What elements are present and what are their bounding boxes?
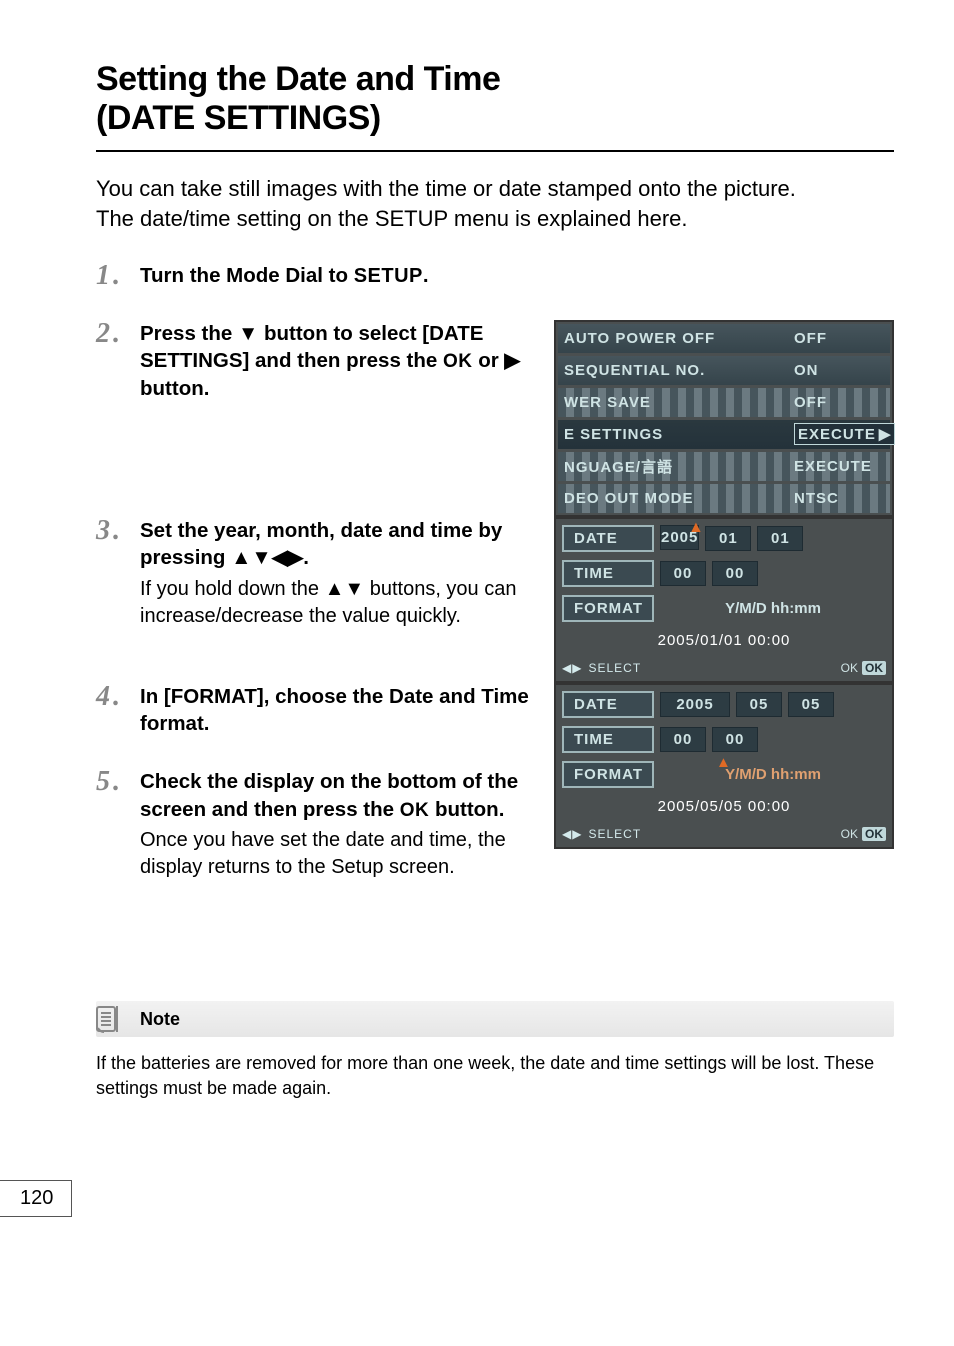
step-4-instruction: In [FORMAT], choose the Date and Time fo…: [140, 683, 538, 738]
step-3: 3. Set the year, month, date and time by…: [96, 517, 538, 630]
ok-chip: OK: [862, 661, 886, 675]
step-1: 1. Turn the Mode Dial to SETUP.: [96, 262, 894, 290]
intro-text-2: The date/time setting on the SETUP menu …: [96, 206, 688, 231]
step-4: 4. In [FORMAT], choose the Date and Time…: [96, 683, 538, 738]
step-2: 2. Press the ▼ button to select [DATE SE…: [96, 320, 538, 403]
step-3-sub: If you hold down the ▲▼ buttons, you can…: [140, 576, 538, 630]
time-row: TIME 00 00: [562, 560, 886, 587]
note-icon: [96, 1004, 130, 1034]
note-section: Note If the batteries are removed for mo…: [96, 1001, 894, 1100]
step-3-number: 3.: [96, 517, 126, 630]
step-2-number: 2.: [96, 320, 126, 403]
title-line2: (DATE SETTINGS): [96, 99, 381, 137]
step-4-number: 4.: [96, 683, 126, 738]
setup-row-date-settings: E SETTINGS EXECUTE▶: [558, 420, 890, 449]
format-row: FORMAT Y/M/D hh:mm: [562, 595, 886, 622]
note-body: If the batteries are removed for more th…: [96, 1051, 894, 1100]
setup-row-power-save: WER SAVE OFF: [558, 388, 890, 417]
step-1-instruction: Turn the Mode Dial to SETUP.: [140, 262, 894, 290]
format-row: FORMAT ▲ Y/M/D hh:mm: [562, 761, 886, 788]
ok-chip: OK: [862, 827, 886, 841]
intro-text-1: You can take still images with the time …: [96, 176, 796, 201]
setup-row-auto-power-off: AUTO POWER OFF OFF: [558, 324, 890, 353]
step-1-number: 1.: [96, 262, 126, 290]
title-line1: Setting the Date and Time: [96, 60, 500, 98]
step-5-number: 5.: [96, 768, 126, 881]
setup-row-video-out: DEO OUT MODE NTSC: [558, 484, 890, 513]
setup-row-sequential-no: SEQUENTIAL NO. ON: [558, 356, 890, 385]
ok-label: OK: [841, 661, 858, 675]
triangle-right-icon: ▶: [879, 425, 892, 443]
step-5-sub: Once you have set the date and time, the…: [140, 827, 538, 881]
cursor-up-icon: ▲: [688, 519, 704, 537]
select-label: SELECT: [588, 661, 641, 675]
step-5-instruction: Check the display on the bottom of the s…: [140, 768, 538, 823]
select-label: SELECT: [588, 827, 641, 841]
step-5: 5. Check the display on the bottom of th…: [96, 768, 538, 881]
combined-datetime: 2005/05/05 00:00: [562, 798, 886, 815]
note-title: Note: [140, 1009, 180, 1030]
cursor-up-icon: ▲: [716, 754, 731, 771]
step-3-instruction: Set the year, month, date and time by pr…: [140, 517, 538, 572]
page-title: Setting the Date and Time (DATE SETTINGS…: [96, 60, 894, 152]
date-row: DATE ▲ 2005 01 01: [562, 525, 886, 552]
combined-datetime: 2005/01/01 00:00: [562, 632, 886, 649]
ok-label: OK: [841, 827, 858, 841]
intro-text: You can take still images with the time …: [96, 174, 894, 233]
setup-menu-screenshot: AUTO POWER OFF OFF SEQUENTIAL NO. ON WER…: [554, 320, 894, 517]
page-number: 120: [0, 1180, 72, 1217]
setup-row-language: NGUAGE/言語 EXECUTE: [558, 452, 890, 481]
date-row: DATE 2005 05 05: [562, 691, 886, 718]
page-content: Setting the Date and Time (DATE SETTINGS…: [0, 0, 954, 1120]
date-settings-screen-1: DATE ▲ 2005 01 01 TIME 00 00 FORMAT Y/M/…: [554, 517, 894, 683]
date-settings-screen-2: DATE 2005 05 05 TIME 00 00 FORMAT ▲ Y/M/…: [554, 683, 894, 849]
time-row: TIME 00 00: [562, 726, 886, 753]
step-2-instruction: Press the ▼ button to select [DATE SETTI…: [140, 320, 538, 403]
